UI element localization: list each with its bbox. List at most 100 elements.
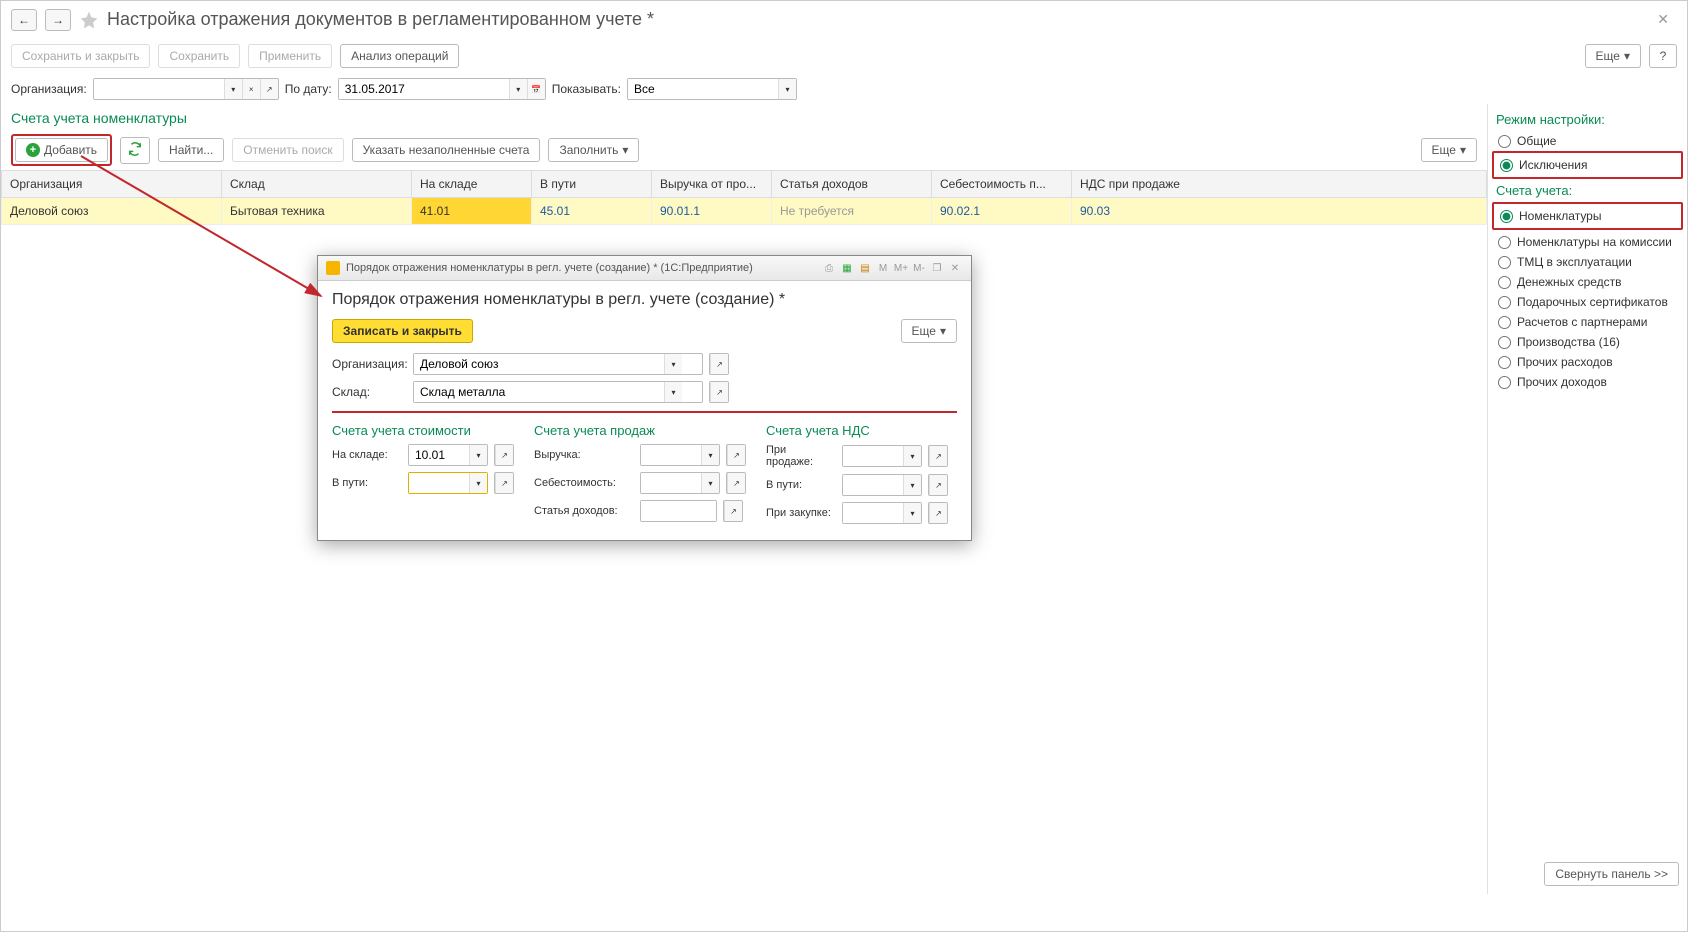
cell-org[interactable]: Деловой союз: [2, 198, 222, 225]
help-button[interactable]: ?: [1649, 44, 1677, 68]
open-icon[interactable]: ↗: [727, 445, 745, 465]
vat-on-purchase-label: При закупке:: [766, 507, 836, 519]
col-warehouse[interactable]: Склад: [222, 171, 412, 198]
chevron-down-icon[interactable]: ▾: [903, 475, 921, 495]
chevron-down-icon[interactable]: ▾: [664, 382, 682, 402]
more-button[interactable]: Еще ▾: [1585, 44, 1641, 68]
m-icon[interactable]: M: [875, 260, 891, 276]
chevron-down-icon[interactable]: ▾: [224, 79, 242, 99]
clear-icon[interactable]: ×: [242, 79, 260, 99]
dialog-more-button[interactable]: Еще ▾: [901, 319, 957, 343]
chevron-down-icon[interactable]: ▾: [701, 473, 719, 493]
cancel-search-button[interactable]: Отменить поиск: [232, 138, 343, 162]
nav-back-button[interactable]: ←: [11, 9, 37, 31]
add-button[interactable]: + Добавить: [15, 138, 108, 162]
open-icon[interactable]: ↗: [929, 503, 947, 523]
window-restore-icon[interactable]: ❐: [929, 260, 945, 276]
revenue-input[interactable]: [641, 445, 701, 465]
open-icon[interactable]: ↗: [495, 473, 513, 493]
analyze-button[interactable]: Анализ операций: [340, 44, 459, 68]
cell-cost[interactable]: 90.02.1: [932, 198, 1072, 225]
table-header-row: Организация Склад На складе В пути Выруч…: [2, 171, 1487, 198]
show-input[interactable]: [628, 79, 778, 99]
cogs-input[interactable]: [641, 473, 701, 493]
open-icon[interactable]: ↗: [710, 354, 728, 374]
income-item-input[interactable]: [641, 501, 716, 521]
date-input[interactable]: [339, 79, 509, 99]
radio-nomenclature[interactable]: Номенклатуры: [1498, 206, 1677, 226]
vat-on-purchase-input[interactable]: [843, 503, 903, 523]
cell-warehouse[interactable]: Бытовая техника: [222, 198, 412, 225]
radio-exceptions[interactable]: Исключения: [1498, 155, 1677, 175]
apply-button[interactable]: Применить: [248, 44, 332, 68]
col-revenue[interactable]: Выручка от про...: [652, 171, 772, 198]
open-icon[interactable]: ↗: [727, 473, 745, 493]
col-on-stock[interactable]: На складе: [412, 171, 532, 198]
group-cost-title: Счета учета стоимости: [332, 423, 514, 438]
chevron-down-icon[interactable]: ▾: [701, 445, 719, 465]
radio-expenses[interactable]: Прочих расходов: [1496, 352, 1679, 372]
dialog-save-close-button[interactable]: Записать и закрыть: [332, 319, 473, 343]
radio-commission[interactable]: Номенклатуры на комиссии: [1496, 232, 1679, 252]
nav-forward-button[interactable]: →: [45, 9, 71, 31]
radio-incomes[interactable]: Прочих доходов: [1496, 372, 1679, 392]
m-plus-icon[interactable]: M+: [893, 260, 909, 276]
cell-vat[interactable]: 90.03: [1072, 198, 1487, 225]
open-icon[interactable]: ↗: [929, 475, 947, 495]
col-income-item[interactable]: Статья доходов: [772, 171, 932, 198]
close-icon[interactable]: ✕: [1649, 7, 1677, 32]
radio-gift[interactable]: Подарочных сертификатов: [1496, 292, 1679, 312]
chevron-down-icon[interactable]: ▾: [469, 445, 487, 465]
dlg-org-input[interactable]: [414, 354, 664, 374]
col-org[interactable]: Организация: [2, 171, 222, 198]
chevron-down-icon[interactable]: ▾: [778, 79, 796, 99]
open-icon[interactable]: ↗: [929, 446, 947, 466]
cell-on-stock[interactable]: 41.01: [412, 198, 532, 225]
chevron-down-icon[interactable]: ▾: [469, 473, 487, 493]
chevron-down-icon[interactable]: ▾: [509, 79, 527, 99]
dlg-warehouse-input[interactable]: [414, 382, 664, 402]
calc-icon[interactable]: ▤: [857, 260, 873, 276]
fill-button[interactable]: Заполнить ▾: [548, 138, 639, 162]
cell-revenue[interactable]: 90.01.1: [652, 198, 772, 225]
unfilled-button[interactable]: Указать незаполненные счета: [352, 138, 541, 162]
table-row[interactable]: Деловой союз Бытовая техника 41.01 45.01…: [2, 198, 1487, 225]
radio-partners[interactable]: Расчетов с партнерами: [1496, 312, 1679, 332]
favorite-star-icon[interactable]: [79, 10, 99, 30]
close-icon[interactable]: ✕: [947, 260, 963, 276]
collapse-panel-button[interactable]: Свернуть панель >>: [1544, 862, 1679, 886]
radio-general[interactable]: Общие: [1496, 131, 1679, 151]
open-icon[interactable]: ↗: [260, 79, 278, 99]
find-button[interactable]: Найти...: [158, 138, 224, 162]
main-toolbar: Сохранить и закрыть Сохранить Применить …: [1, 38, 1687, 74]
radio-cash[interactable]: Денежных средств: [1496, 272, 1679, 292]
side-panel: Режим настройки: Общие Исключения Счета …: [1487, 104, 1687, 894]
col-vat[interactable]: НДС при продаже: [1072, 171, 1487, 198]
open-icon[interactable]: ↗: [710, 382, 728, 402]
open-icon[interactable]: ↗: [495, 445, 513, 465]
chevron-down-icon[interactable]: ▾: [903, 446, 921, 466]
save-close-button[interactable]: Сохранить и закрыть: [11, 44, 150, 68]
in-transit-input[interactable]: [409, 473, 469, 493]
open-icon[interactable]: ↗: [724, 501, 742, 521]
cell-in-transit[interactable]: 45.01: [532, 198, 652, 225]
vat-on-sale-input[interactable]: [843, 446, 903, 466]
refresh-button[interactable]: [120, 137, 150, 164]
col-in-transit[interactable]: В пути: [532, 171, 652, 198]
calendar-icon[interactable]: 📅: [527, 79, 545, 99]
save-button[interactable]: Сохранить: [158, 44, 240, 68]
section-more-button[interactable]: Еще ▾: [1421, 138, 1477, 162]
cell-income-item[interactable]: Не требуется: [772, 198, 932, 225]
dialog-titlebar[interactable]: Порядок отражения номенклатуры в регл. у…: [318, 256, 971, 281]
vat-in-transit-input[interactable]: [843, 475, 903, 495]
radio-production[interactable]: Производства (16): [1496, 332, 1679, 352]
on-stock-input[interactable]: [409, 445, 469, 465]
print-icon[interactable]: ⎙: [821, 260, 837, 276]
chevron-down-icon[interactable]: ▾: [664, 354, 682, 374]
org-input[interactable]: [94, 79, 224, 99]
calendar-icon[interactable]: ▦: [839, 260, 855, 276]
chevron-down-icon[interactable]: ▾: [903, 503, 921, 523]
col-cost[interactable]: Себестоимость п...: [932, 171, 1072, 198]
radio-tmc[interactable]: ТМЦ в эксплуатации: [1496, 252, 1679, 272]
m-minus-icon[interactable]: M-: [911, 260, 927, 276]
